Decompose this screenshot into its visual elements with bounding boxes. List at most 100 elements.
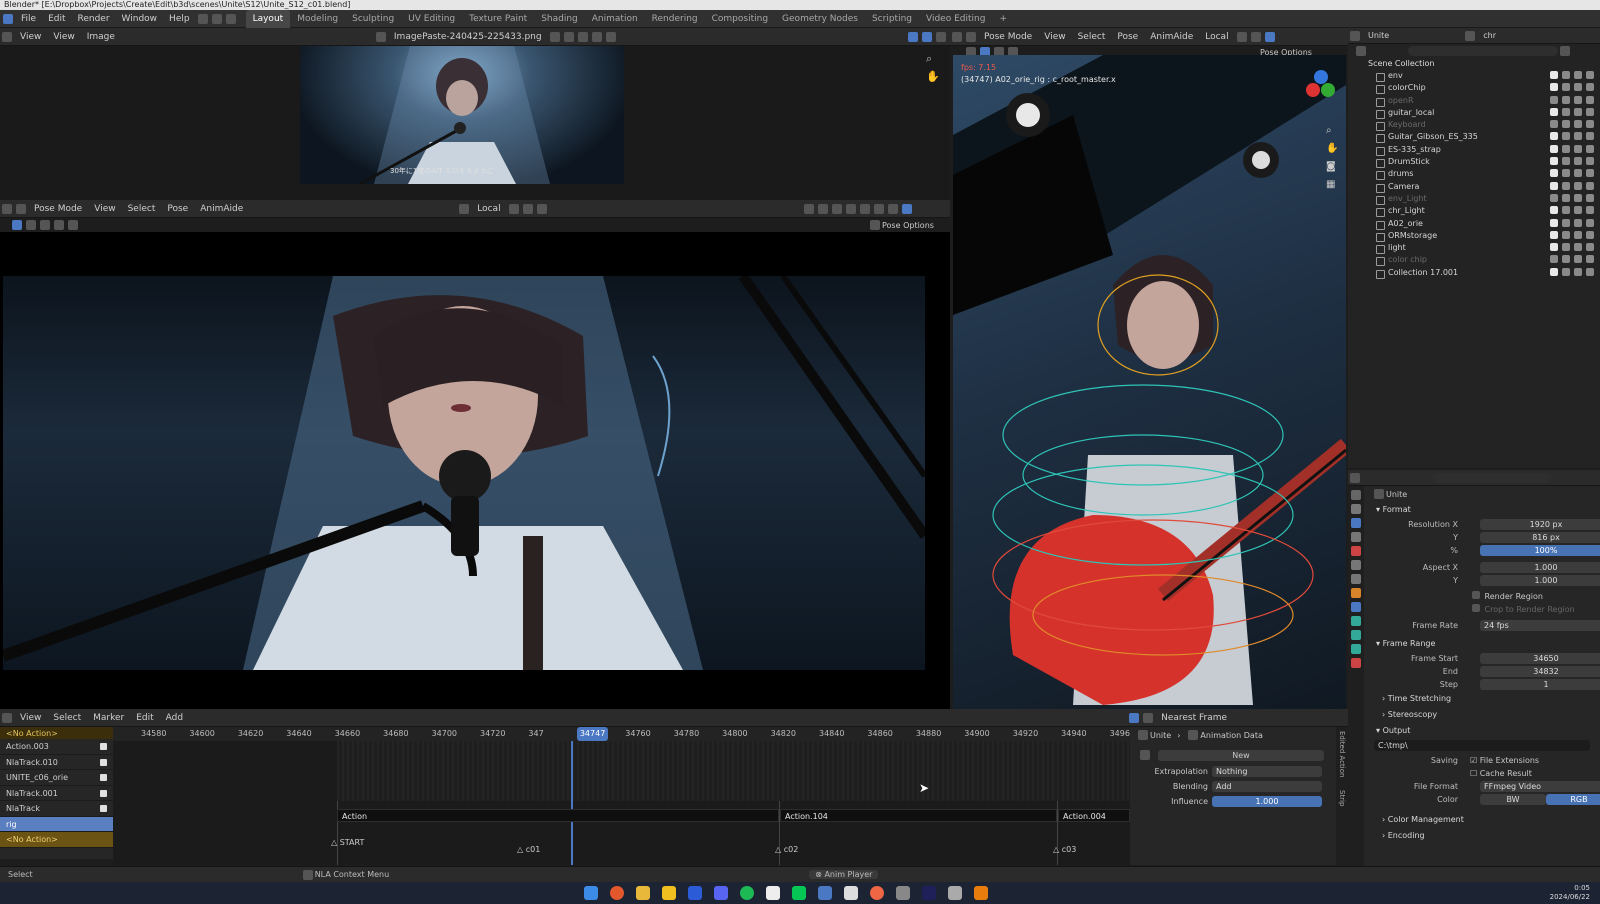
- tab-compositing[interactable]: Compositing: [705, 10, 775, 28]
- nla-track-area[interactable]: Action Action.104 Action.004 △ START △ c…: [113, 741, 1130, 865]
- nla-no-action[interactable]: <No Action>: [0, 832, 113, 848]
- chrome-icon[interactable]: [610, 886, 624, 900]
- frame-start-field[interactable]: 34650: [1480, 653, 1600, 664]
- eye-icon[interactable]: [1574, 218, 1582, 227]
- transform-dropdown[interactable]: Local: [471, 200, 506, 218]
- hand-icon[interactable]: ✋: [1326, 143, 1338, 154]
- tool-tab-icon[interactable]: [1351, 490, 1361, 500]
- checkbox-icon[interactable]: [1550, 230, 1558, 239]
- menu-file[interactable]: File: [15, 10, 42, 28]
- checkbox-icon[interactable]: [1550, 193, 1558, 202]
- blender-icon[interactable]: [974, 886, 988, 900]
- select-intersect-icon[interactable]: [68, 220, 78, 230]
- select-subtract-icon[interactable]: [40, 220, 50, 230]
- tab-animation[interactable]: Animation: [585, 10, 645, 28]
- camera-render-icon[interactable]: [1586, 230, 1594, 239]
- right-viewport[interactable]: fps: 7.15 (34747) A02_orie_rig : c_root_…: [953, 55, 1346, 709]
- tab-strip[interactable]: Strip: [1338, 790, 1346, 806]
- nla-marker-menu[interactable]: Marker: [87, 709, 130, 727]
- outliner-item[interactable]: Camera: [1348, 181, 1600, 193]
- collection-tab-icon[interactable]: [1351, 574, 1361, 584]
- editor-type-icon[interactable]: [1350, 30, 1360, 41]
- display-channels-icon[interactable]: [935, 31, 946, 42]
- camera-render-icon[interactable]: [1586, 218, 1594, 227]
- filter-icon[interactable]: [1560, 46, 1570, 56]
- line-icon[interactable]: [792, 886, 806, 900]
- action-browse-icon[interactable]: [1140, 750, 1150, 760]
- cache-result-checkbox[interactable]: ☐ Cache Result: [1470, 767, 1532, 780]
- marker-c01[interactable]: △ c01: [517, 845, 540, 854]
- frame-range-panel-header[interactable]: ▾ Frame Range: [1366, 636, 1600, 652]
- nla-select-menu[interactable]: Select: [47, 709, 87, 727]
- frame-step-field[interactable]: 1: [1480, 679, 1600, 690]
- select-icon[interactable]: [1562, 193, 1570, 202]
- time-stretching-panel[interactable]: › Time Stretching: [1366, 691, 1600, 707]
- image-image-menu[interactable]: Image: [81, 28, 121, 46]
- image-browse-icon[interactable]: [375, 31, 386, 42]
- eye-icon[interactable]: [1574, 193, 1582, 202]
- nla-track-001[interactable]: NlaTrack.001: [0, 786, 113, 801]
- camera-render-icon[interactable]: [1586, 169, 1594, 178]
- shield-icon[interactable]: [549, 31, 560, 42]
- render-tab-icon[interactable]: [1351, 504, 1361, 514]
- solid-shading-icon[interactable]: [873, 203, 884, 214]
- marker-c03[interactable]: △ c03: [1053, 845, 1076, 854]
- frame-ruler[interactable]: 34580 34600 34620 34640 34660 34680 34700 34720…: [113, 727, 1135, 741]
- camera-render-icon[interactable]: [1586, 144, 1594, 153]
- checkbox-icon[interactable]: [1550, 71, 1558, 79]
- checkbox-icon[interactable]: [1550, 95, 1558, 104]
- proportional-icon[interactable]: [536, 203, 547, 214]
- select-icon[interactable]: [1562, 157, 1570, 166]
- wireframe-shading-icon[interactable]: [859, 203, 870, 214]
- camera-render-icon[interactable]: [1586, 83, 1594, 92]
- camera-render-icon[interactable]: [1586, 157, 1594, 166]
- select-icon[interactable]: [1562, 107, 1570, 116]
- select-icon[interactable]: [1562, 181, 1570, 190]
- gizmo-icon[interactable]: [1264, 31, 1275, 42]
- transform-orientation-icon[interactable]: [459, 203, 470, 214]
- select-icon[interactable]: [1562, 206, 1570, 215]
- select-icon[interactable]: [1562, 230, 1570, 239]
- eye-icon[interactable]: [1574, 206, 1582, 215]
- gizmo-icon[interactable]: [817, 203, 828, 214]
- world-tab-icon[interactable]: [1351, 560, 1361, 570]
- camera-render-icon[interactable]: [1586, 107, 1594, 116]
- scene-selector[interactable]: Unite: [1362, 27, 1395, 45]
- select-icon[interactable]: [1562, 95, 1570, 104]
- checkbox-icon[interactable]: [1550, 267, 1558, 276]
- layout-icon[interactable]: [225, 13, 236, 24]
- layout-icon[interactable]: [197, 13, 208, 24]
- blending-dropdown[interactable]: Add: [1212, 781, 1322, 792]
- outliner-item[interactable]: ORMstorage: [1348, 230, 1600, 243]
- encoding-panel[interactable]: › Encoding: [1366, 828, 1600, 844]
- only-selected-icon[interactable]: [1129, 712, 1140, 723]
- camera-render-icon[interactable]: [1586, 193, 1594, 202]
- eye-icon[interactable]: [1574, 144, 1582, 153]
- checkbox-icon[interactable]: [1550, 157, 1558, 166]
- properties-search-input[interactable]: [1432, 472, 1552, 483]
- zoom-icon[interactable]: ⌕: [1326, 125, 1332, 136]
- track-mute-checkbox[interactable]: [100, 774, 107, 781]
- frame-end-field[interactable]: 34832: [1480, 666, 1600, 677]
- camera-render-icon[interactable]: [1586, 95, 1594, 104]
- pose-menu[interactable]: Pose: [1111, 28, 1144, 46]
- nla-add-menu[interactable]: Add: [160, 709, 189, 727]
- checkbox-icon[interactable]: [1550, 107, 1558, 116]
- mirror-icon[interactable]: [870, 220, 880, 230]
- outliner-item[interactable]: env: [1348, 70, 1600, 83]
- extrapolation-dropdown[interactable]: Nothing: [1212, 766, 1322, 777]
- modifier-tab-icon[interactable]: [1351, 602, 1361, 612]
- eye-icon[interactable]: [1574, 120, 1582, 129]
- eye-icon[interactable]: [1574, 267, 1582, 276]
- output-tab-icon[interactable]: [1351, 518, 1361, 528]
- select-icon[interactable]: [1562, 243, 1570, 252]
- eye-icon[interactable]: [1574, 132, 1582, 141]
- system-clock[interactable]: 0:05 2024/06/22: [1550, 884, 1590, 902]
- crop-checkbox[interactable]: [1472, 604, 1480, 612]
- discord-icon[interactable]: [714, 886, 728, 900]
- view-layer-selector[interactable]: chr: [1477, 27, 1502, 45]
- grid-icon[interactable]: ▦: [1326, 179, 1335, 190]
- eye-icon[interactable]: [1574, 83, 1582, 92]
- tab-shading[interactable]: Shading: [534, 10, 585, 28]
- file-explorer-icon[interactable]: [636, 886, 650, 900]
